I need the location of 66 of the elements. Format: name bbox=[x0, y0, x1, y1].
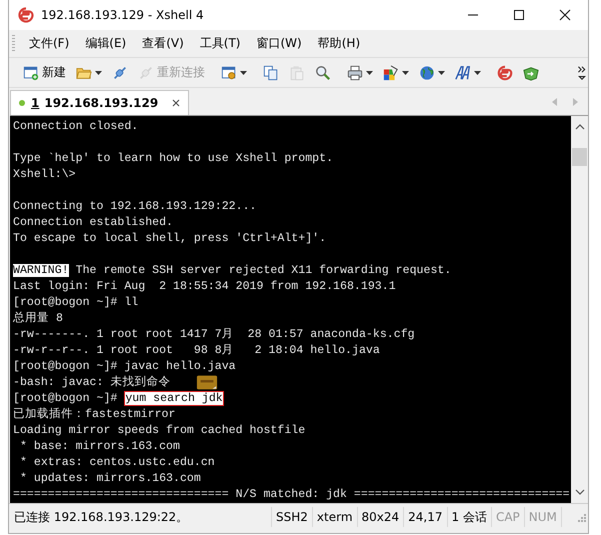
app-logo-icon bbox=[18, 7, 34, 23]
color-squares-icon bbox=[383, 64, 399, 80]
menu-item[interactable]: 帮助(H) bbox=[310, 35, 368, 52]
warning-label: WARNING! bbox=[13, 264, 69, 277]
printer-icon bbox=[347, 64, 363, 80]
terminal-line: 总用量 8 bbox=[13, 312, 63, 325]
new-button[interactable]: 新建 bbox=[20, 62, 69, 83]
new-window-icon bbox=[23, 64, 39, 80]
menu-item[interactable]: 文件(F) bbox=[21, 35, 78, 52]
status-text: NUM bbox=[524, 506, 562, 526]
window-title: 192.168.193.129 - Xshell 4 bbox=[41, 8, 205, 22]
terminal-line: [root@bogon ~]# ll bbox=[13, 296, 138, 309]
status-text: 已连接 192.168.193.129:22。 bbox=[9, 506, 272, 526]
terminal-line: =============================== N/S matched: jdk =============================== bbox=[13, 488, 570, 501]
session-tab[interactable]: 1 192.168.193.129 bbox=[10, 90, 190, 115]
terminal-line: -rw-r--r--. 1 root root 98 8月 2 18:04 hello.java bbox=[13, 344, 380, 357]
terminal-line: Xshell:\> bbox=[13, 168, 76, 181]
terminal-line: To escape to local shell, press 'Ctrl+Alt+]'. bbox=[13, 232, 326, 245]
terminal[interactable] bbox=[10, 116, 571, 503]
globe-icon bbox=[419, 64, 435, 80]
resize-grip-icon bbox=[576, 512, 586, 522]
terminal-line: * extras: centos.ustc.edu.cn bbox=[18, 456, 215, 469]
paste-icon bbox=[289, 64, 305, 80]
scroll-down-icon[interactable] bbox=[574, 489, 584, 495]
status-text: SSH2 bbox=[272, 506, 313, 526]
highlighted-command: yum search jdk bbox=[124, 391, 224, 406]
app-logo-icon bbox=[497, 64, 513, 80]
menu-item[interactable]: 工具(T) bbox=[192, 35, 248, 52]
terminal-line: Type `help' to learn how to use Xshell prompt. bbox=[13, 152, 334, 165]
plug-icon bbox=[138, 64, 154, 80]
scroll-left-icon bbox=[552, 98, 558, 106]
terminal-line: Connection established. bbox=[13, 216, 174, 229]
status-text: 80x24 bbox=[358, 506, 404, 526]
menu-item[interactable]: 查看(V) bbox=[134, 35, 192, 52]
menu-item[interactable]: 编辑(E) bbox=[77, 35, 134, 52]
window-gear-icon bbox=[221, 64, 237, 80]
terminal-line: Loading mirror speeds from cached hostfile bbox=[13, 424, 306, 437]
search-icon bbox=[315, 64, 331, 80]
tab-number: 1 bbox=[31, 96, 40, 110]
scroll-up-icon[interactable] bbox=[574, 124, 584, 130]
terminal-line: Last login: Fri Aug 2 18:55:34 2019 from 192.168.193.1 bbox=[13, 280, 396, 293]
status-text: xterm bbox=[312, 506, 358, 526]
status-text: 1 会话 bbox=[448, 506, 492, 526]
close-icon[interactable] bbox=[172, 99, 180, 107]
terminal-line: * base: mirrors.163.com bbox=[18, 440, 180, 453]
tab-title: 192.168.193.129 bbox=[44, 96, 158, 110]
copy-icon bbox=[263, 64, 279, 80]
terminal-line: [root@bogon ~]# bbox=[13, 392, 118, 405]
floating-toolbar-icon[interactable] bbox=[196, 375, 218, 390]
menu-item[interactable]: 窗口(W) bbox=[248, 35, 310, 52]
scroll-thumb[interactable] bbox=[572, 148, 587, 166]
terminal-line: The remote SSH server rejected X11 forwarding request. bbox=[74, 264, 452, 277]
terminal-line: * updates: mirrors.163.com bbox=[18, 472, 201, 485]
terminal-line: Connection closed. bbox=[13, 120, 138, 133]
terminal-line: Connecting to 192.168.193.129:22... bbox=[13, 200, 257, 213]
terminal-line: -rw-------. 1 root root 1417 7月 28 01:57 anaconda-ks.cfg bbox=[13, 328, 415, 341]
status-text: 24,17 bbox=[404, 506, 448, 526]
folder-arrow-icon bbox=[523, 64, 539, 80]
terminal-line: [root@bogon ~]# javac hello.java bbox=[13, 360, 236, 373]
scroll-right-icon bbox=[572, 98, 578, 106]
terminal-line: 已加载插件：fastestmirror bbox=[13, 408, 176, 421]
overflow-icon bbox=[577, 64, 587, 80]
status-text: CAP bbox=[492, 506, 525, 526]
plug-icon bbox=[112, 64, 128, 80]
font-icon bbox=[455, 64, 471, 80]
terminal-line: -bash: javac: 未找到命令 bbox=[13, 376, 170, 389]
